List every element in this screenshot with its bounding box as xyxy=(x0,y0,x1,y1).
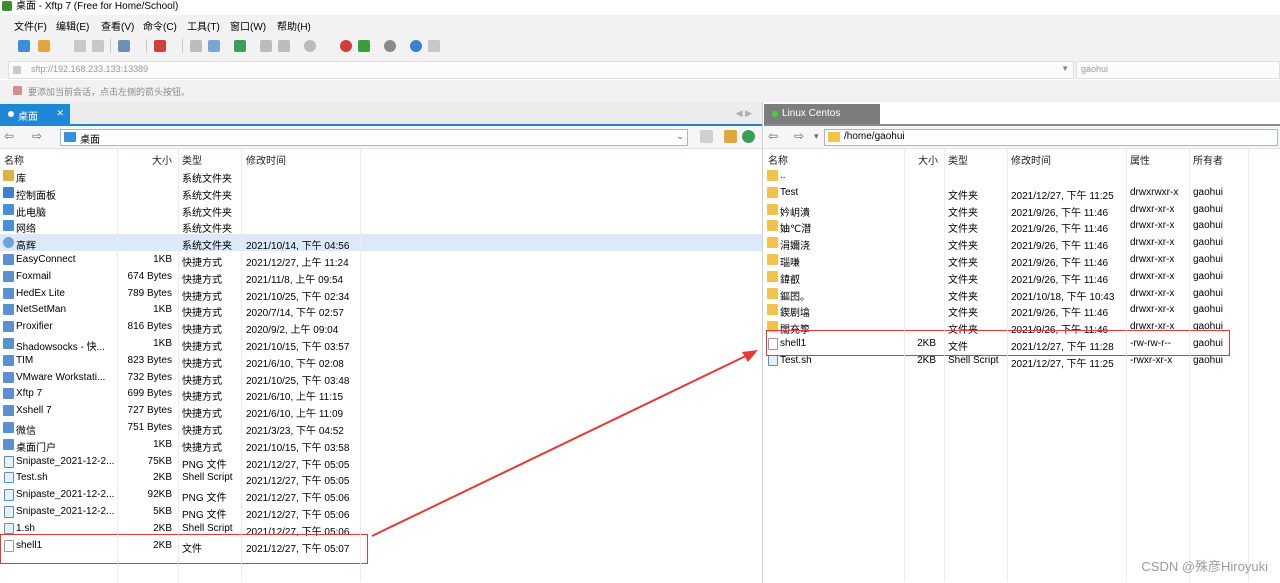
transfer-arrow xyxy=(371,350,758,537)
transfer-arrow-line xyxy=(371,352,753,537)
transfer-arrow-head xyxy=(742,350,758,362)
watermark: CSDN @殊彦Hiroyuki xyxy=(1141,559,1268,574)
